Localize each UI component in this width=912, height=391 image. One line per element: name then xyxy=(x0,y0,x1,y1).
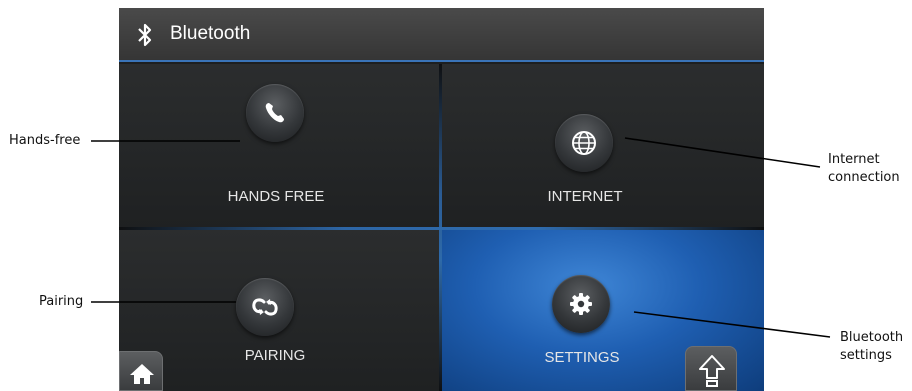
internet-button[interactable] xyxy=(555,114,613,172)
annotation-pairing: Pairing xyxy=(39,294,84,309)
tile-divider-horizontal xyxy=(119,227,764,230)
up-button[interactable] xyxy=(685,346,737,391)
title-bar: Bluetooth xyxy=(119,8,764,62)
annotation-internet-line1: Internet xyxy=(828,152,880,167)
up-arrow-icon xyxy=(699,355,725,387)
home-button[interactable] xyxy=(119,351,163,391)
page-title: Bluetooth xyxy=(170,23,251,44)
hands-free-tile[interactable]: HANDS FREE xyxy=(119,64,439,228)
sync-icon xyxy=(252,298,278,316)
annotation-bt-settings-line1: Bluetooth xyxy=(840,330,904,345)
settings-button[interactable] xyxy=(552,275,610,333)
internet-label: INTERNET xyxy=(547,188,623,205)
pairing-button[interactable] xyxy=(236,278,294,336)
annotation-hands-free: Hands-free xyxy=(9,133,81,148)
annotation-internet-line2: connection xyxy=(828,170,900,185)
home-icon xyxy=(130,364,154,384)
pairing-tile[interactable]: PAIRING xyxy=(119,230,439,391)
hands-free-label: HANDS FREE xyxy=(227,188,325,205)
pairing-label: PAIRING xyxy=(244,347,306,364)
annotation-bt-settings-line2: settings xyxy=(840,348,892,363)
globe-icon xyxy=(572,131,596,155)
hands-free-button[interactable] xyxy=(246,84,304,142)
internet-tile[interactable]: INTERNET xyxy=(442,64,764,228)
bluetooth-icon xyxy=(138,23,152,47)
phone-icon xyxy=(265,103,284,123)
bluetooth-screen: Bluetooth HANDS FREE INTERNET PAIRING SE… xyxy=(119,8,764,391)
settings-label: SETTINGS xyxy=(544,349,620,366)
gear-icon xyxy=(570,293,592,315)
